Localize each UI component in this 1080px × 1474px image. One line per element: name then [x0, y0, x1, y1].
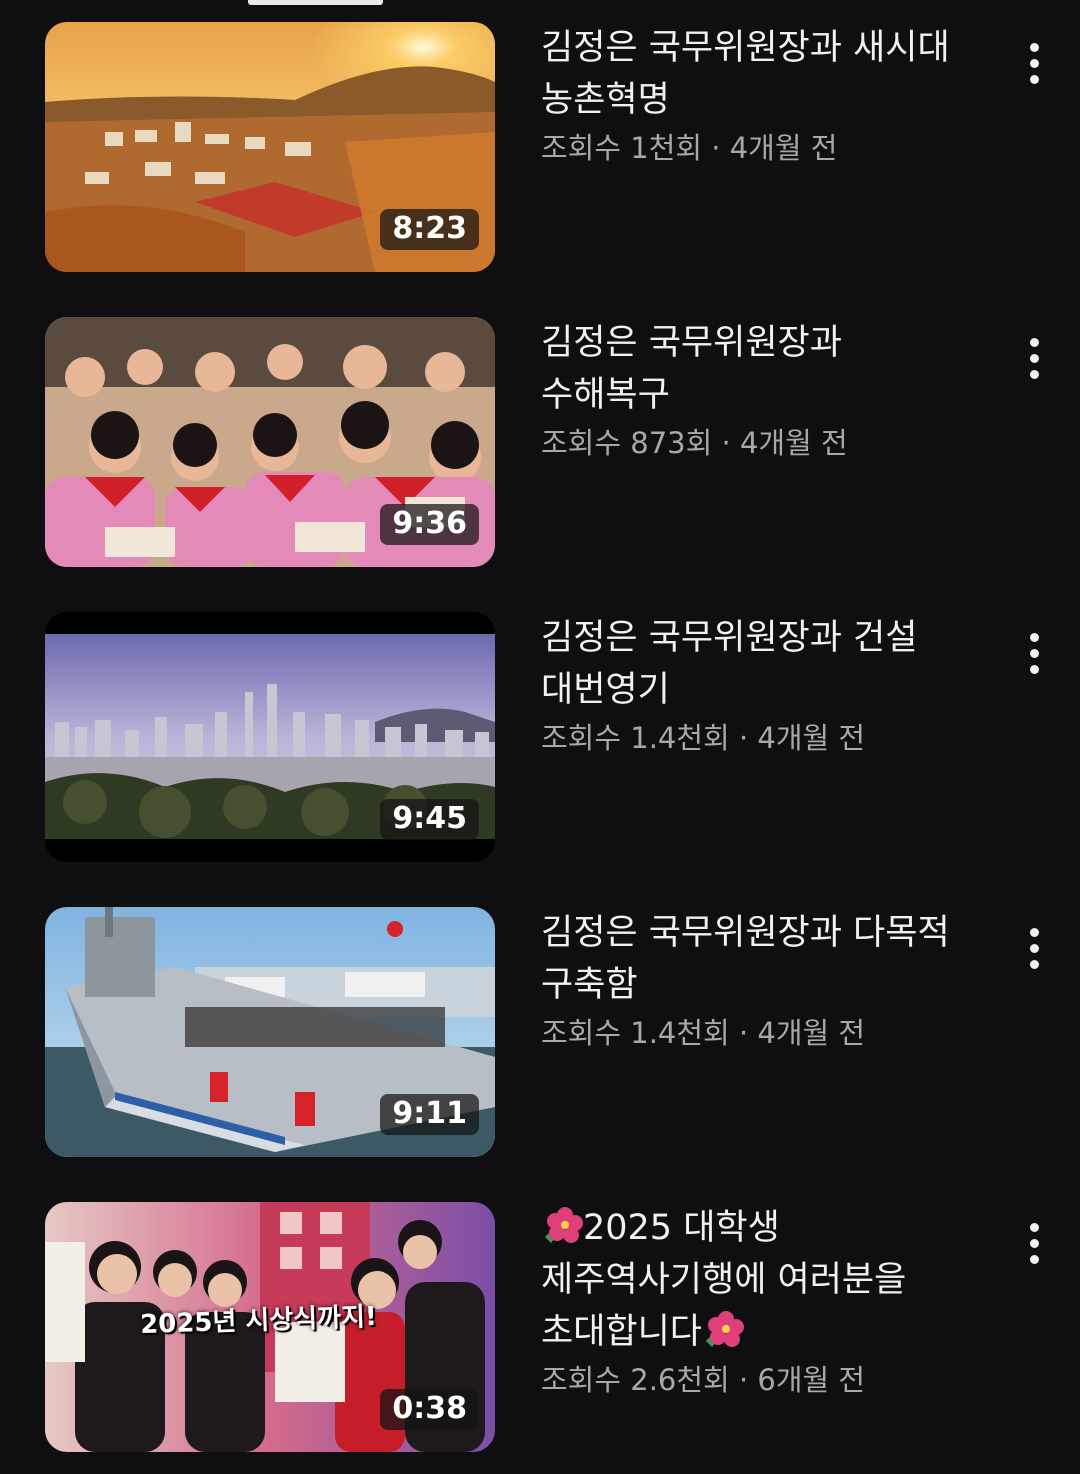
meta-separator: · — [729, 721, 758, 755]
video-duration: 9:45 — [380, 799, 479, 840]
more-options-icon[interactable] — [1014, 323, 1054, 393]
meta-separator: · — [702, 131, 730, 165]
video-info[interactable]: 김정은 국무위원장과 수해복구 조회수 873회 · 4개월 전 — [541, 317, 981, 465]
more-options-icon[interactable] — [1014, 618, 1054, 688]
video-title[interactable]: 2025 대학생 제주역사기행에 여러분을 초대합니다 — [541, 1202, 981, 1358]
video-meta: 조회수 1천회 · 4개월 전 — [541, 126, 981, 170]
video-duration: 8:23 — [380, 209, 479, 250]
view-count: 조회수 1.4천회 — [541, 721, 730, 755]
video-item[interactable]: 9:36 김정은 국무위원장과 수해복구 조회수 873회 · 4개월 전 — [0, 317, 1080, 567]
video-duration: 0:38 — [380, 1389, 479, 1430]
upload-age: 4개월 전 — [757, 1016, 866, 1050]
upload-age: 4개월 전 — [757, 721, 866, 755]
hibiscus-emoji-icon — [545, 1207, 583, 1243]
video-meta: 조회수 2.6천회 · 6개월 전 — [541, 1358, 981, 1402]
upload-age: 4개월 전 — [729, 131, 838, 165]
video-info[interactable]: 김정은 국무위원장과 다목적 구축함 조회수 1.4천회 · 4개월 전 — [541, 907, 981, 1055]
meta-separator: · — [712, 426, 740, 460]
upload-age: 6개월 전 — [757, 1363, 866, 1397]
video-thumbnail[interactable]: 9:45 — [45, 612, 495, 862]
view-count: 조회수 2.6천회 — [541, 1363, 730, 1397]
video-item[interactable]: 9:45 김정은 국무위원장과 건설 대번영기 조회수 1.4천회 · 4개월 … — [0, 612, 1080, 862]
view-count: 조회수 1천회 — [541, 131, 703, 165]
video-thumbnail[interactable]: 9:36 — [45, 317, 495, 567]
video-title[interactable]: 김정은 국무위원장과 새시대 농촌혁명 — [541, 22, 981, 126]
video-meta: 조회수 1.4천회 · 4개월 전 — [541, 1011, 981, 1055]
more-options-icon[interactable] — [1014, 913, 1054, 983]
video-item[interactable]: 8:23 김정은 국무위원장과 새시대 농촌혁명 조회수 1천회 · 4개월 전 — [0, 22, 1080, 272]
video-meta: 조회수 1.4천회 · 4개월 전 — [541, 716, 981, 760]
video-meta: 조회수 873회 · 4개월 전 — [541, 421, 981, 465]
hibiscus-emoji-icon — [706, 1311, 745, 1347]
video-title[interactable]: 김정은 국무위원장과 다목적 구축함 — [541, 907, 981, 1011]
video-title-line3: 초대합니다 — [541, 1312, 703, 1352]
upload-age: 4개월 전 — [739, 426, 848, 460]
video-title-line2: 제주역사기행에 여러분을 — [541, 1260, 907, 1300]
video-info[interactable]: 2025 대학생 제주역사기행에 여러분을 초대합니다 조회수 2.6천회 · … — [541, 1202, 981, 1402]
video-info[interactable]: 김정은 국무위원장과 새시대 농촌혁명 조회수 1천회 · 4개월 전 — [541, 22, 981, 170]
meta-separator: · — [729, 1016, 758, 1050]
view-count: 조회수 1.4천회 — [541, 1016, 730, 1050]
video-duration: 9:36 — [380, 504, 479, 545]
video-thumbnail[interactable]: 2025년 시상식까지! 0:38 — [45, 1202, 495, 1452]
video-thumbnail[interactable]: 9:11 — [45, 907, 495, 1157]
video-item[interactable]: 2025년 시상식까지! 0:38 2025 대학생 제주역사기행에 여러분을 … — [0, 1202, 1080, 1452]
more-options-icon[interactable] — [1014, 1208, 1054, 1278]
more-options-icon[interactable] — [1014, 28, 1054, 98]
video-title-line1: 2025 대학생 — [583, 1208, 780, 1248]
video-item[interactable]: 9:11 김정은 국무위원장과 다목적 구축함 조회수 1.4천회 · 4개월 … — [0, 907, 1080, 1157]
video-title[interactable]: 김정은 국무위원장과 건설 대번영기 — [541, 612, 981, 716]
meta-separator: · — [729, 1363, 758, 1397]
video-thumbnail[interactable]: 8:23 — [45, 22, 495, 272]
scroll-indicator — [248, 0, 383, 5]
video-info[interactable]: 김정은 국무위원장과 건설 대번영기 조회수 1.4천회 · 4개월 전 — [541, 612, 981, 760]
video-title[interactable]: 김정은 국무위원장과 수해복구 — [541, 317, 981, 421]
video-duration: 9:11 — [380, 1094, 479, 1135]
view-count: 조회수 873회 — [541, 426, 713, 460]
